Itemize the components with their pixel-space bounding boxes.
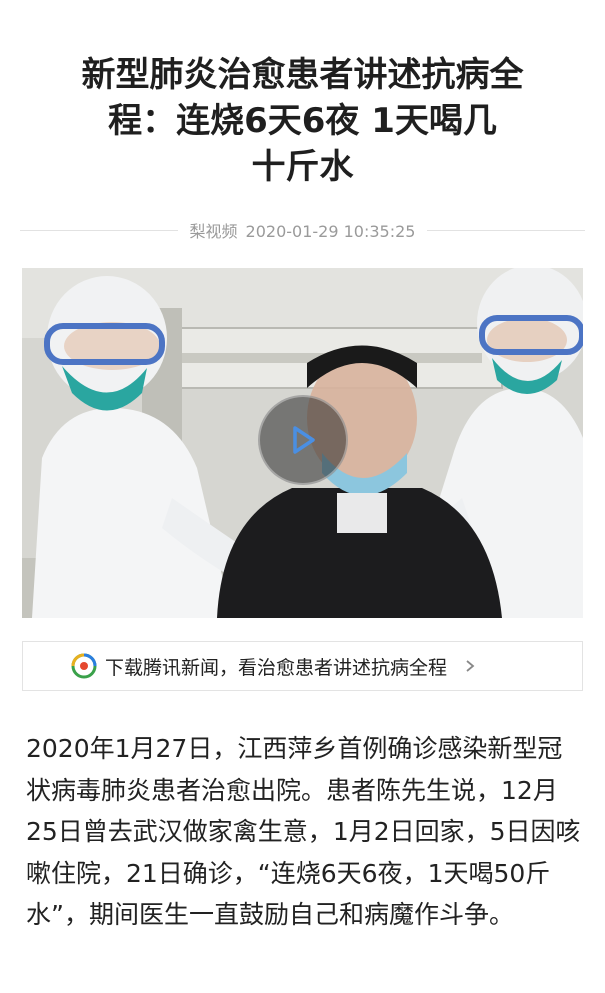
- download-app-banner[interactable]: 下载腾讯新闻，看治愈患者讲述抗病全程: [22, 641, 583, 691]
- article-meta: 梨视频 2020-01-29 10:35:25: [20, 212, 586, 248]
- meta-divider-left: [20, 229, 178, 231]
- title-line-2: 程：连烧6天6夜 1天喝几: [108, 101, 497, 141]
- article-body: 2020年1月27日，江西萍乡首例确诊感染新型冠状病毒肺炎患者治愈出院。患者陈先…: [26, 734, 581, 929]
- meta-divider-right: [427, 229, 586, 231]
- article-title: 新型肺炎治愈患者讲述抗病全 程：连烧6天6夜 1天喝几 十斤水: [40, 52, 565, 190]
- title-line-1: 新型肺炎治愈患者讲述抗病全: [81, 55, 524, 95]
- download-app-label: 下载腾讯新闻，看治愈患者讲述抗病全程: [105, 656, 448, 679]
- article-source[interactable]: 梨视频: [190, 222, 238, 241]
- article-datetime: 2020-01-29 10:35:25: [245, 222, 416, 241]
- tencent-news-logo-icon: [71, 653, 97, 679]
- title-line-3: 十斤水: [251, 147, 354, 187]
- chevron-right-icon: [466, 660, 475, 672]
- play-icon: [293, 426, 315, 454]
- play-button[interactable]: [258, 395, 348, 485]
